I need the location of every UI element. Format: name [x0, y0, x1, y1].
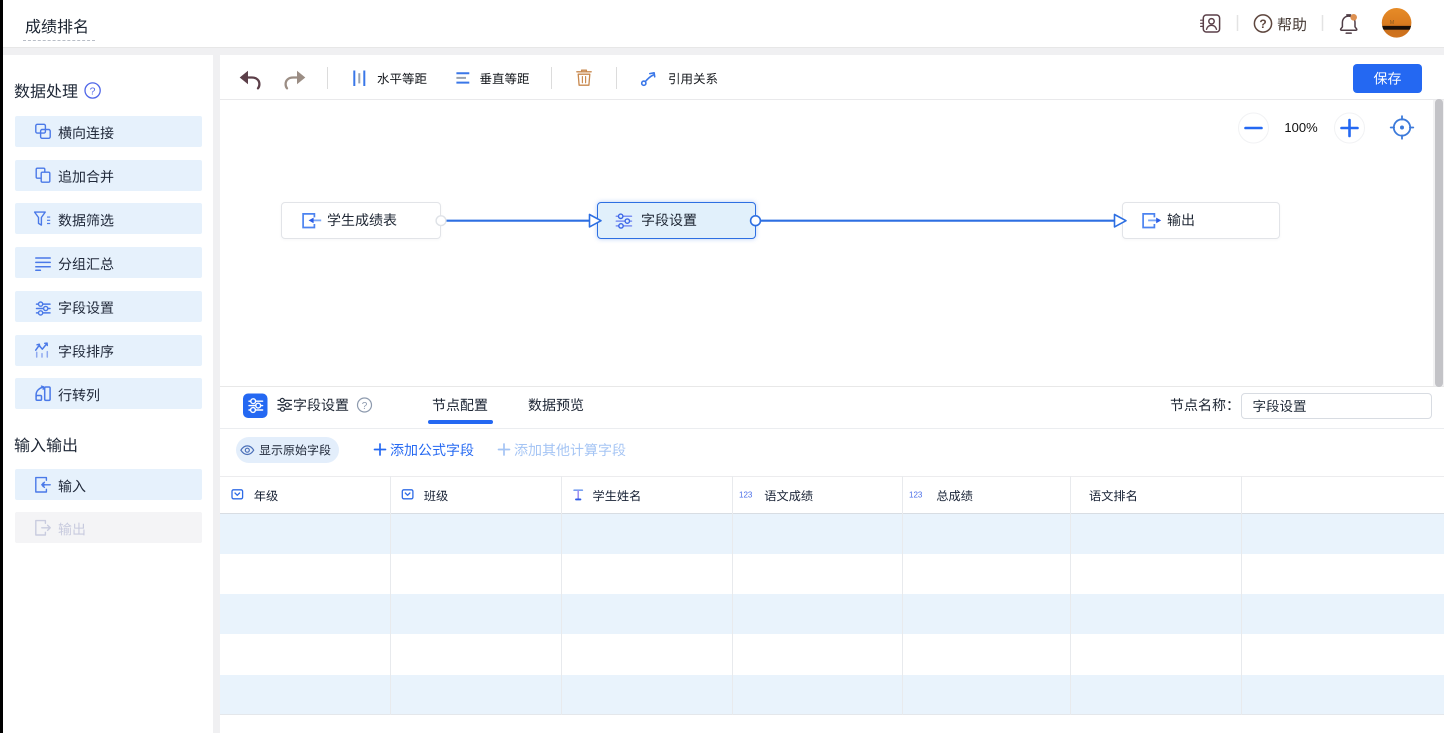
- svg-text:123: 123: [909, 491, 923, 500]
- svg-text:?: ?: [362, 401, 368, 412]
- svg-text:100%: 100%: [1284, 120, 1318, 135]
- svg-text:M: M: [1390, 20, 1395, 26]
- svg-text:?: ?: [90, 85, 96, 97]
- svg-text:?: ?: [1259, 17, 1266, 31]
- svg-text:123: 123: [739, 491, 753, 500]
